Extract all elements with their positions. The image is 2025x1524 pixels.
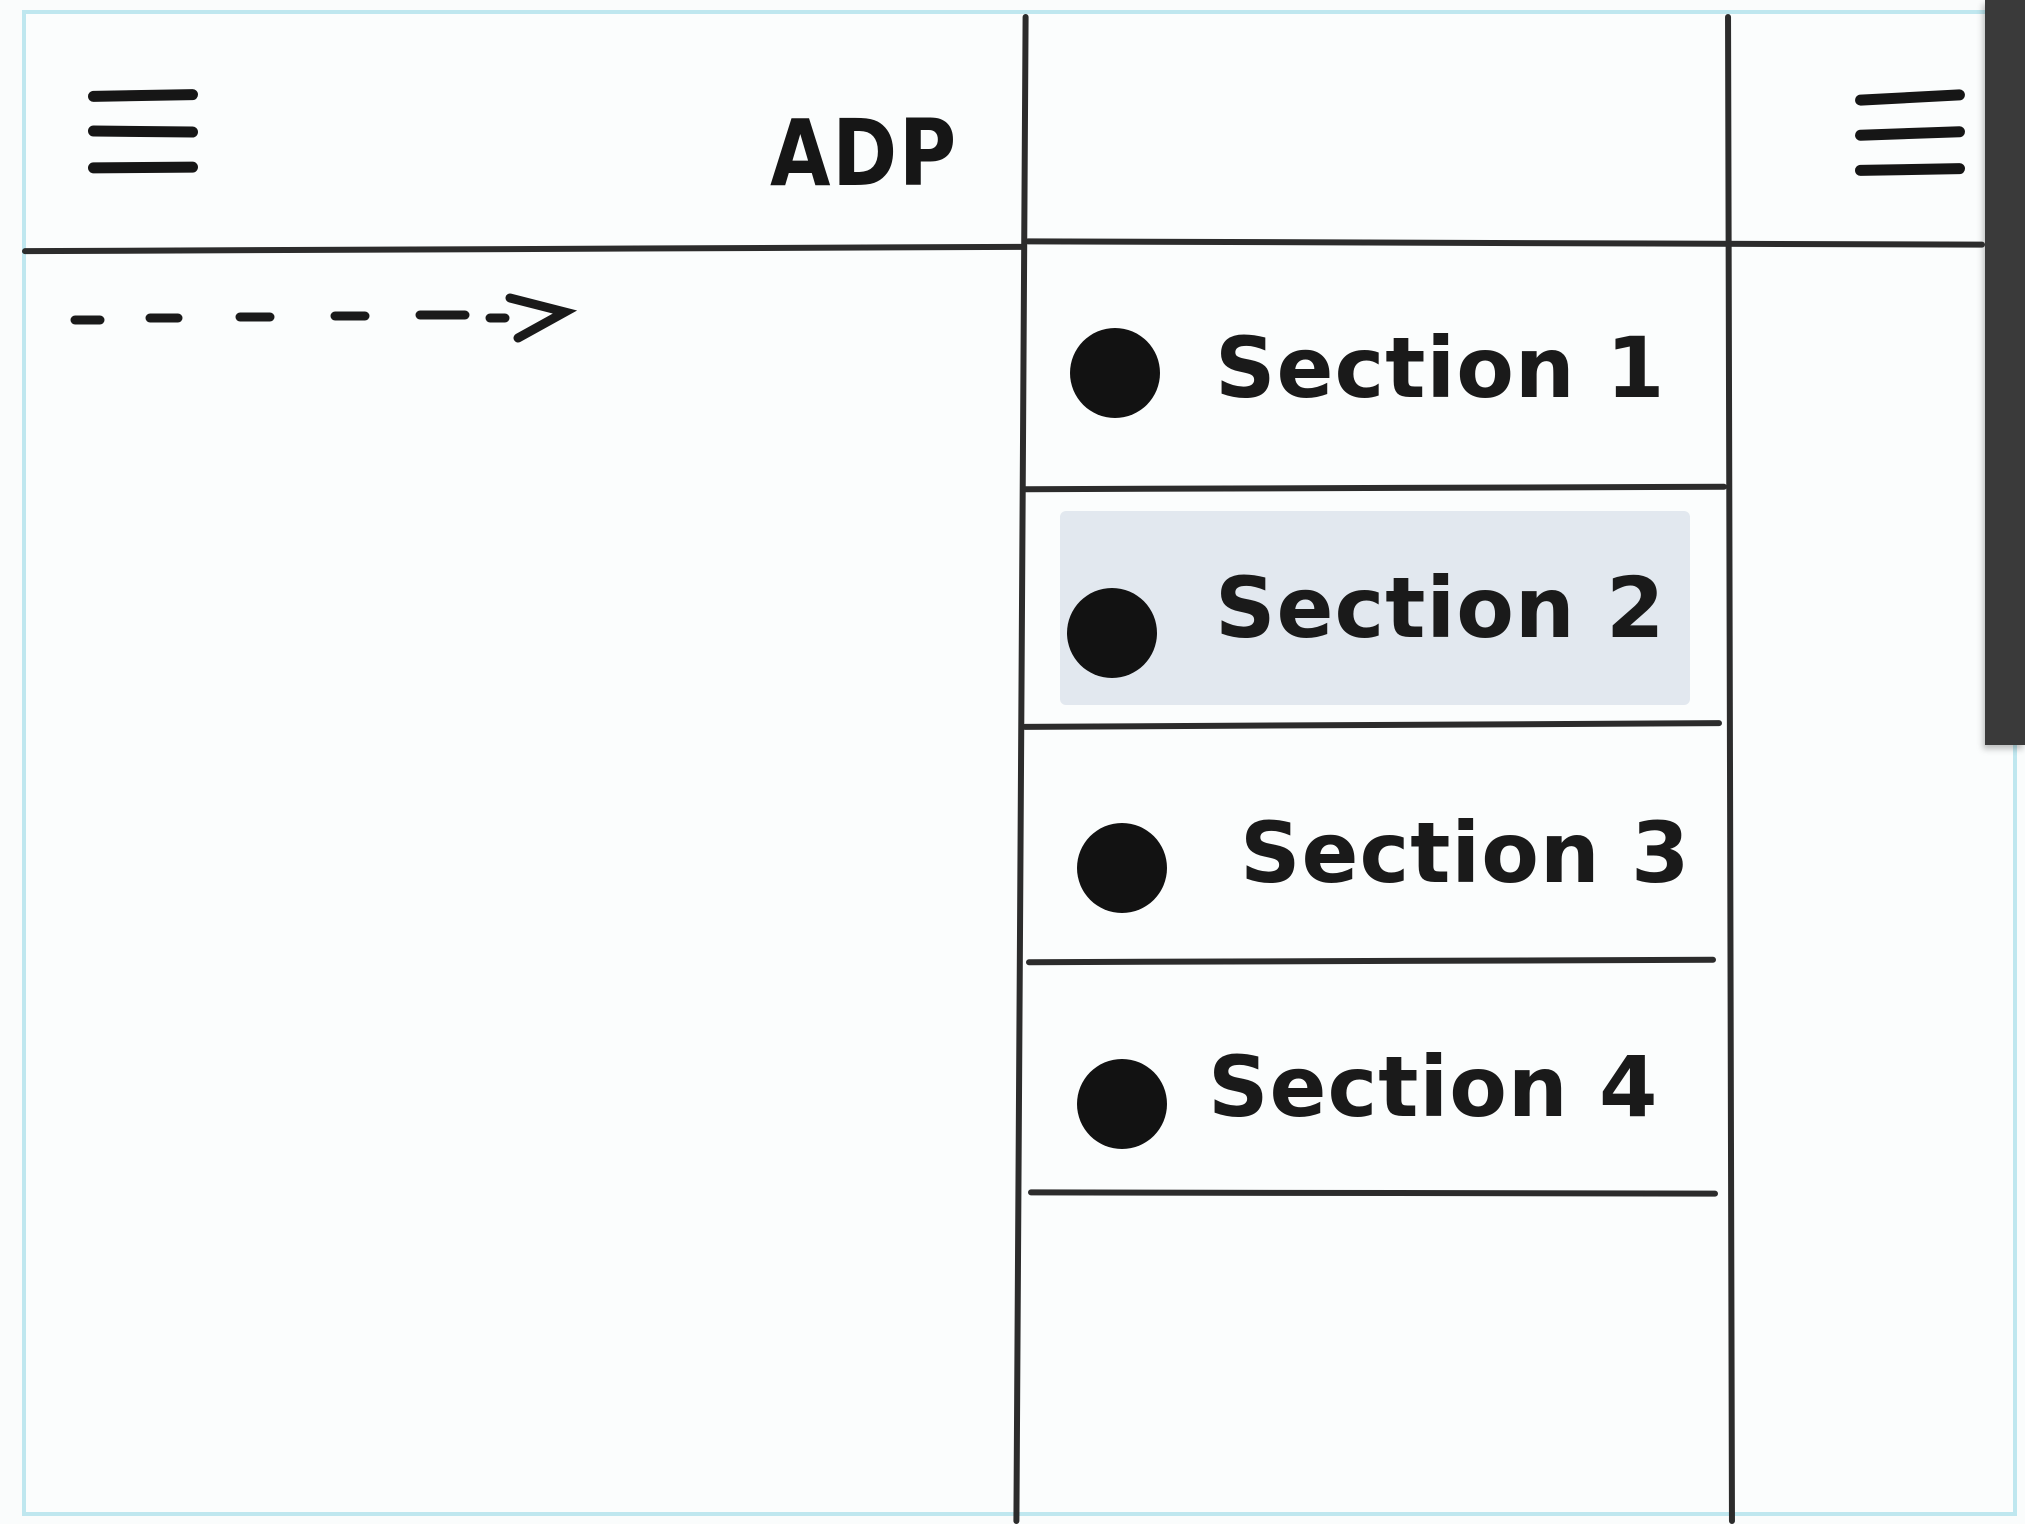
drawer-item-label: Section 2 [1215, 559, 1666, 657]
drawer-item-label: Section 3 [1240, 804, 1691, 902]
drawer-item-label: Section 1 [1215, 319, 1666, 417]
bullet-icon [1077, 823, 1167, 913]
bullet-icon [1067, 588, 1157, 678]
drawer-item-section-1[interactable]: Section 1 [1030, 255, 1720, 485]
drawer-item-section-2[interactable]: Section 2 [1030, 493, 1720, 723]
app-title: ADP [770, 100, 958, 207]
drawer-divider [1027, 1189, 1719, 1197]
drawer-item-section-4[interactable]: Section 4 [1030, 966, 1720, 1196]
hamburger-icon[interactable] [87, 89, 199, 180]
drawer-item-section-3[interactable]: Section 3 [1030, 730, 1720, 960]
bullet-icon [1077, 1059, 1167, 1149]
drawer-item-label: Section 4 [1208, 1038, 1659, 1136]
dashed-arrow-right-icon [70, 293, 578, 343]
edge-panel [1985, 0, 2025, 745]
hamburger-icon[interactable] [1854, 89, 1966, 182]
bullet-icon [1070, 328, 1160, 418]
